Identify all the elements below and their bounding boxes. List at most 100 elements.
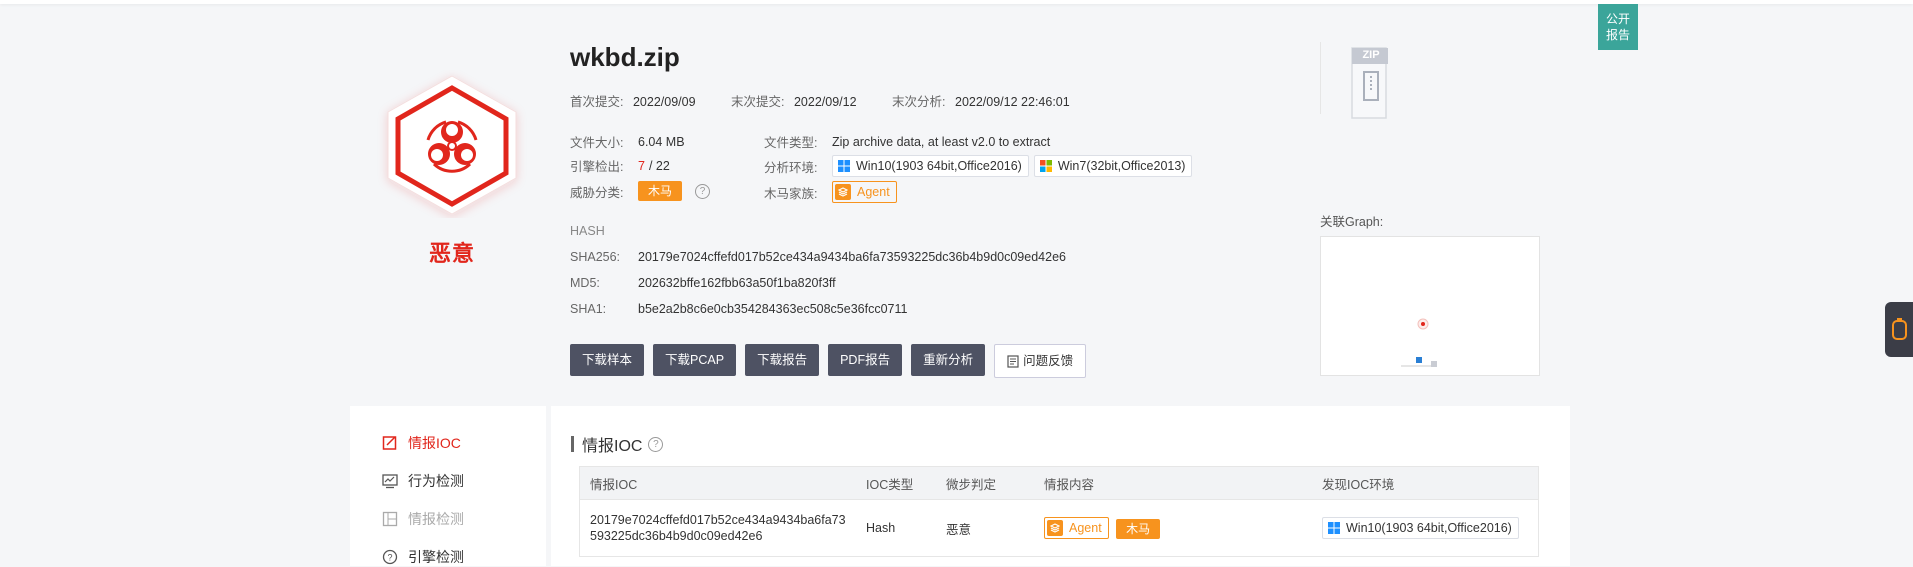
hash-title: HASH xyxy=(570,224,605,238)
env-win10-label: Win10(1903 64bit,Office2016) xyxy=(1346,521,1512,535)
help-icon[interactable]: ? xyxy=(648,436,664,452)
section-title-text: 情报IOC xyxy=(582,438,643,455)
ioc-type: Hash xyxy=(866,521,896,535)
family-tag-label: Agent xyxy=(1069,521,1102,535)
windows10-icon xyxy=(838,160,850,172)
side-float-button[interactable] xyxy=(1885,302,1913,357)
md5-row: MD5: 202632bffe162fbb63a50f1ba820f3ff xyxy=(570,276,836,290)
md5-label: MD5: xyxy=(570,276,600,290)
last-submit-label: 末次提交: xyxy=(731,95,785,109)
env-win10-tag[interactable]: Win10(1903 64bit,Office2016) xyxy=(1322,517,1519,539)
env-win10-label: Win10(1903 64bit,Office2016) xyxy=(856,159,1022,173)
file-size-label: 文件大小: xyxy=(570,136,624,150)
nav-item-label: 引擎检测 xyxy=(408,549,464,565)
graph-label: 关联Graph: xyxy=(1320,215,1384,229)
nav-item-intel-detect[interactable]: 情报检测 xyxy=(382,509,464,529)
nav-item-label: 行为检测 xyxy=(408,473,464,489)
sha1-label: SHA1: xyxy=(570,302,607,316)
ioc-verdict: 恶意 xyxy=(946,522,972,537)
ioc-env: Win10(1903 64bit,Office2016) xyxy=(1312,500,1539,557)
engine-total: / 22 xyxy=(648,158,670,173)
family-row: 木马家族: Agent xyxy=(764,181,897,203)
public-report-label: 公开 报告 xyxy=(1605,12,1630,42)
pdf-report-button[interactable]: PDF报告 xyxy=(828,344,903,376)
feedback-label: 问题反馈 xyxy=(1023,354,1074,368)
edit-icon xyxy=(382,436,397,450)
category-tag[interactable]: 木马 xyxy=(1116,519,1161,539)
last-submit-value: 2022/09/12 xyxy=(793,95,857,109)
threat-row: 威胁分类: 木马 ? xyxy=(570,181,711,201)
feedback-button[interactable]: 问题反馈 xyxy=(994,344,1087,378)
col-header-verdict: 微步判定 xyxy=(936,466,1034,500)
monitor-icon xyxy=(382,474,398,489)
windows10-icon xyxy=(1328,522,1340,534)
nav-item-intel-ioc[interactable]: 情报IOC xyxy=(382,433,461,453)
env-win10-tag[interactable]: Win10(1903 64bit,Office2016) xyxy=(832,155,1029,177)
reanalyze-button[interactable]: 重新分析 xyxy=(911,344,986,376)
col-header-env: 发现IOC环境 xyxy=(1312,466,1539,500)
zip-badge: ZIP xyxy=(1362,49,1380,61)
env-row: 分析环境: Win10(1903 64bit,Office2016) Win7(… xyxy=(764,155,1193,177)
env-win7-tag[interactable]: Win7(32bit,Office2013) xyxy=(1033,155,1193,177)
ioc-table: 情报IOC IOC类型 微步判定 情报内容 发现IOC环境 20179e7024… xyxy=(579,466,1539,557)
relation-graph[interactable] xyxy=(1320,236,1540,376)
family-tag[interactable]: Agent xyxy=(832,181,897,203)
nav-item-label: 情报检测 xyxy=(408,511,464,527)
question-circle-icon: ? xyxy=(382,549,398,565)
action-buttons: 下载样本 下载PCAP 下载报告 PDF报告 重新分析 问题反馈 xyxy=(570,344,1087,378)
nav-item-engine[interactable]: ? 引擎检测 xyxy=(382,547,464,567)
ioc-content: Agent 木马 xyxy=(1034,500,1312,557)
table-row: 20179e7024cffefd017b52ce434a9434ba6fa735… xyxy=(580,500,1539,557)
file-size-row: 文件大小: 6.04 MB xyxy=(570,132,685,151)
section-title-bar xyxy=(571,436,574,452)
engine-label: 引擎检出: xyxy=(570,160,624,174)
file-type-row: 文件类型: Zip archive data, at least v2.0 to… xyxy=(764,132,1050,151)
file-type-value: Zip archive data, at least v2.0 to extra… xyxy=(832,134,1051,149)
sha256-row: SHA256: 20179e7024cffefd017b52ce434a9434… xyxy=(570,250,1066,264)
layers-icon xyxy=(835,184,851,200)
first-submit-label: 首次提交: xyxy=(570,95,624,109)
col-header-ioc: 情报IOC xyxy=(579,466,856,500)
md5-value[interactable]: 202632bffe162fbb63a50f1ba820f3ff xyxy=(638,276,836,290)
download-pcap-button[interactable]: 下载PCAP xyxy=(653,344,737,376)
cup-icon xyxy=(1892,317,1907,340)
section-title: 情报IOC ? xyxy=(571,432,664,456)
family-label: 木马家族: xyxy=(764,186,818,201)
threat-label: 威胁分类: xyxy=(570,185,624,200)
ioc-value[interactable]: 20179e7024cffefd017b52ce434a9434ba6fa735… xyxy=(580,500,857,557)
table-header-row: 情报IOC IOC类型 微步判定 情报内容 发现IOC环境 xyxy=(579,466,1539,500)
engine-row: 引擎检出: 7 / 22 xyxy=(570,156,670,175)
threat-tag[interactable]: 木马 xyxy=(638,181,683,201)
nav-item-behavior[interactable]: 行为检测 xyxy=(382,471,464,491)
env-label: 分析环境: xyxy=(764,160,818,175)
sha1-value[interactable]: b5e2a2b8c6e0cb354284363ec508c5e36fcc0711 xyxy=(638,302,907,316)
engine-hits: 7 xyxy=(638,158,645,173)
file-type-label: 文件类型: xyxy=(764,136,818,150)
document-icon xyxy=(1007,354,1019,368)
svg-text:?: ? xyxy=(387,553,392,563)
env-win7-label: Win7(32bit,Office2013) xyxy=(1057,159,1186,173)
nav-item-label: 情报IOC xyxy=(408,435,461,451)
layers-icon xyxy=(1047,520,1063,536)
grid-icon xyxy=(382,511,398,527)
download-sample-button[interactable]: 下载样本 xyxy=(570,344,645,376)
submission-dates: 首次提交: 2022/09/09 末次提交: 2022/09/12 末次分析: … xyxy=(570,91,1070,110)
last-analysis-label: 末次分析: xyxy=(892,95,946,109)
windows7-icon xyxy=(1039,160,1052,172)
family-tag[interactable]: Agent xyxy=(1044,517,1109,539)
left-nav: 情报IOC 行为检测 情报检测 ? 引擎检测 xyxy=(350,406,546,566)
verdict-label: 恶意 xyxy=(428,241,475,266)
sha256-label: SHA256: xyxy=(570,250,621,264)
col-header-content: 情报内容 xyxy=(1034,466,1312,500)
first-submit-value: 2022/09/09 xyxy=(632,95,696,109)
public-report-button[interactable]: 公开 报告 xyxy=(1598,4,1638,50)
family-tag-label: Agent xyxy=(857,185,890,199)
help-icon[interactable]: ? xyxy=(695,183,711,199)
sha256-value[interactable]: 20179e7024cffefd017b52ce434a9434ba6fa735… xyxy=(638,250,1066,264)
malicious-logo xyxy=(376,70,528,218)
file-name: wkbd.zip xyxy=(570,42,680,72)
ioc-panel: 情报IOC ? 情报IOC IOC类型 微步判定 情报内容 发现IOC环境 20… xyxy=(551,406,1570,566)
last-analysis-value: 2022/09/12 22:46:01 xyxy=(955,95,1070,109)
download-report-button[interactable]: 下载报告 xyxy=(745,344,820,376)
zip-file-icon: ZIP xyxy=(1320,42,1390,122)
